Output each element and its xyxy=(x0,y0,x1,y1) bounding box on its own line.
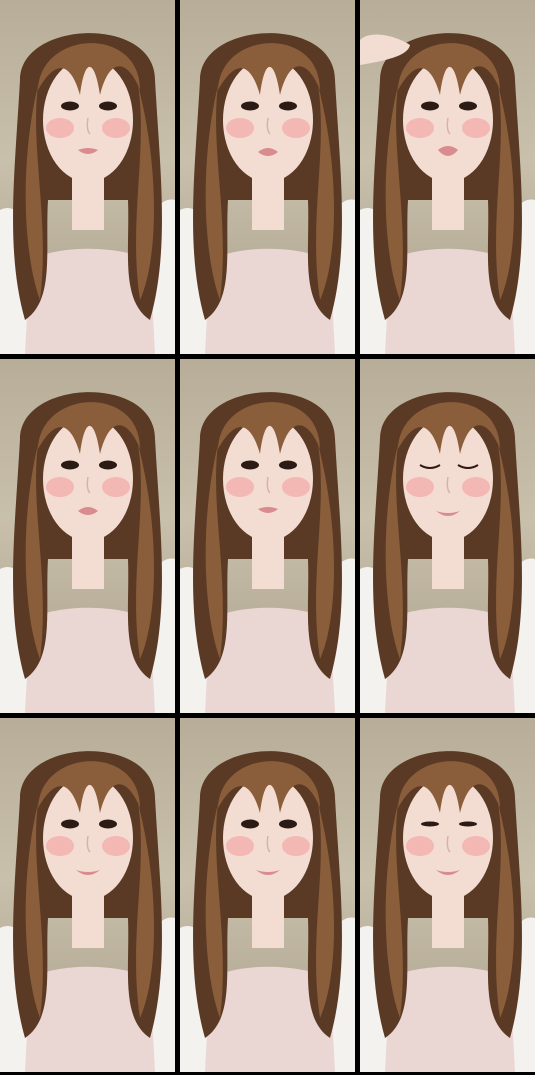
portrait-illustration xyxy=(180,392,355,713)
blush-left xyxy=(226,477,254,497)
blush-left xyxy=(46,118,74,138)
portrait-illustration xyxy=(0,33,175,354)
portrait-illustration xyxy=(360,33,535,354)
eye-right xyxy=(99,101,117,111)
collage-frame-4 xyxy=(0,359,175,713)
blush-right xyxy=(282,836,310,856)
blush-left xyxy=(406,477,434,497)
blush-left xyxy=(46,836,74,856)
collage-frame-1 xyxy=(0,0,175,354)
eye-right xyxy=(459,101,477,111)
portrait-illustration xyxy=(180,751,355,1072)
blush-right xyxy=(102,118,130,138)
collage-frame-6 xyxy=(360,359,535,713)
eye-right xyxy=(279,101,297,111)
blush-left xyxy=(46,477,74,497)
blush-left xyxy=(406,836,434,856)
blush-left xyxy=(226,836,254,856)
eye-left xyxy=(61,819,79,829)
eye-left xyxy=(241,819,259,829)
eye-right xyxy=(99,819,117,829)
eye-right xyxy=(279,460,297,470)
blush-right xyxy=(462,477,490,497)
blush-left xyxy=(226,118,254,138)
portrait-illustration xyxy=(360,751,535,1072)
collage-frame-2 xyxy=(180,0,355,354)
eye-left xyxy=(61,460,79,470)
blush-right xyxy=(462,836,490,856)
portrait-illustration xyxy=(0,392,175,713)
blush-right xyxy=(102,477,130,497)
portrait-illustration xyxy=(0,751,175,1072)
collage-frame-5 xyxy=(180,359,355,713)
eye-right xyxy=(459,821,477,827)
eye-right xyxy=(99,460,117,470)
collage-frame-7 xyxy=(0,718,175,1072)
photo-collage-grid xyxy=(0,0,535,1075)
eye-left xyxy=(241,101,259,111)
collage-frame-9 xyxy=(360,718,535,1072)
eye-right xyxy=(279,819,297,829)
collage-frame-3 xyxy=(360,0,535,354)
blush-right xyxy=(102,836,130,856)
collage-frame-8 xyxy=(180,718,355,1072)
eye-left xyxy=(61,101,79,111)
blush-right xyxy=(462,118,490,138)
blush-right xyxy=(282,118,310,138)
portrait-illustration xyxy=(180,33,355,354)
eye-left xyxy=(421,101,439,111)
blush-left xyxy=(406,118,434,138)
eye-left xyxy=(421,821,439,827)
eye-left xyxy=(241,460,259,470)
blush-right xyxy=(282,477,310,497)
portrait-illustration xyxy=(360,392,535,713)
